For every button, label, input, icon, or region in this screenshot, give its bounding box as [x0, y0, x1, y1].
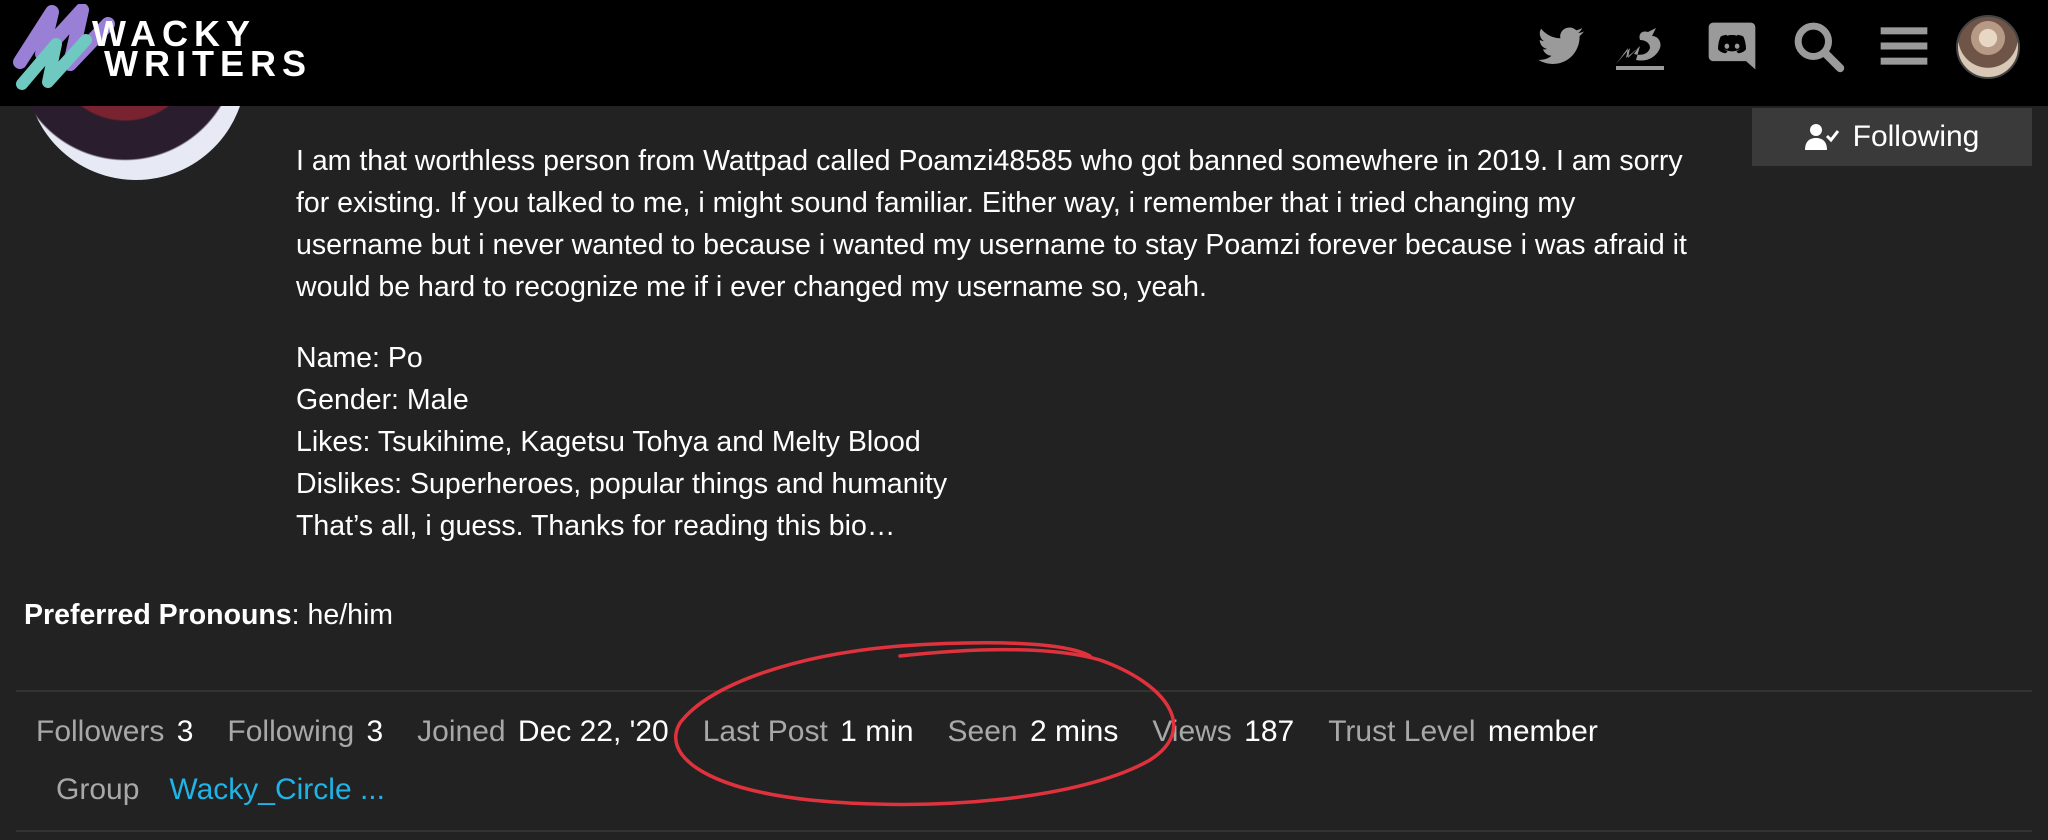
- bio-paragraph: I am that worthless person from Wattpad …: [296, 145, 1687, 303]
- user-avatar[interactable]: [1956, 15, 2020, 79]
- stat-last-post: Last Post 1 min: [702, 715, 914, 748]
- bio-line: Likes: Tsukihime, Kagetsu Tohya and Melt…: [296, 426, 921, 458]
- user-check-icon: [1804, 124, 1839, 150]
- following-button[interactable]: Following: [1752, 108, 2032, 166]
- stat-followers[interactable]: Followers 3: [36, 710, 193, 754]
- bio-line: Gender: Male: [296, 384, 469, 416]
- dragon-icon[interactable]: [1612, 18, 1668, 74]
- group-link[interactable]: Wacky_Circle ...: [169, 773, 385, 806]
- preferred-pronouns: Preferred Pronouns: he/him: [24, 594, 393, 636]
- discord-icon[interactable]: [1704, 18, 1760, 74]
- twitter-icon[interactable]: [1532, 18, 1588, 74]
- hamburger-menu-icon[interactable]: [1876, 18, 1932, 74]
- group-label: Group: [56, 773, 140, 806]
- stat-following[interactable]: Following 3: [227, 710, 383, 754]
- bio-details: Name: Po Gender: Male Likes: Tsukihime, …: [296, 337, 947, 547]
- pronouns-label: Preferred Pronouns: [24, 599, 292, 631]
- site-header: WACKY WRITERS: [0, 0, 2048, 106]
- divider: [16, 690, 2032, 692]
- bio-line: That’s all, i guess. Thanks for reading …: [296, 510, 896, 542]
- pronouns-value: : he/him: [291, 599, 394, 631]
- bio-line: Dislikes: Superheroes, popular things an…: [296, 468, 948, 500]
- stat-joined: Joined Dec 22, '20: [417, 715, 669, 748]
- site-logo[interactable]: WACKY WRITERS: [12, 3, 306, 96]
- divider: [16, 830, 2032, 832]
- stat-views: Views 187: [1152, 715, 1295, 748]
- bio-line: Name: Po: [296, 342, 423, 374]
- logo-line2: WRITERS: [104, 43, 312, 84]
- following-button-label: Following: [1852, 120, 1980, 153]
- search-icon[interactable]: [1790, 18, 1846, 74]
- user-stats: Followers 3 Following 3 Joined Dec 22, '20…: [36, 710, 1632, 754]
- stat-group: Group Wacky_Circle ...: [56, 768, 385, 812]
- profile-bio: I am that worthless person from Wattpad …: [296, 140, 1696, 338]
- stat-trust-level: Trust Level member: [1328, 715, 1598, 748]
- stat-seen: Seen 2 mins: [947, 715, 1119, 748]
